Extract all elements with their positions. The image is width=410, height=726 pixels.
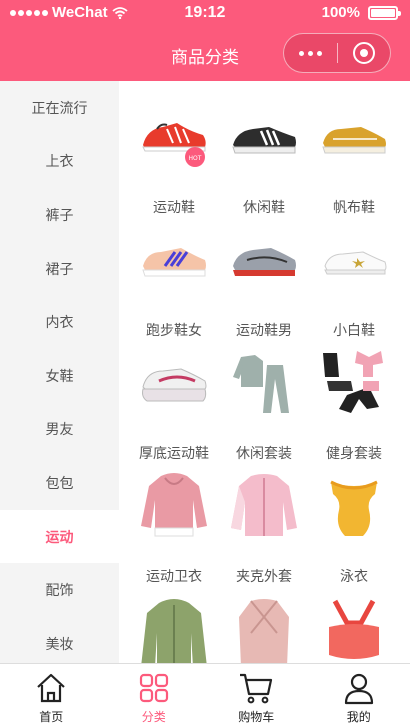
red-sneaker-icon: HOT (142, 123, 206, 167)
product-item[interactable] (129, 593, 219, 663)
pink-wrap-top-icon (239, 599, 289, 663)
product-label: 休闲鞋 (243, 200, 285, 216)
hot-badge: HOT (189, 155, 202, 162)
tab-home-label: 首页 (39, 710, 64, 724)
pink-jacket-icon (231, 474, 297, 536)
product-image (137, 347, 211, 421)
fitness-set-icon (323, 351, 383, 413)
product-image (317, 101, 391, 175)
product-image (317, 224, 391, 298)
chunky-sneaker-icon (142, 368, 207, 402)
white-shoe-icon (324, 251, 387, 275)
sidebar-item[interactable]: 裙子 (0, 242, 119, 296)
sidebar-item[interactable]: 上衣 (0, 135, 119, 189)
tab-home[interactable]: 首页 (0, 664, 103, 726)
battery-area: 100% (321, 4, 401, 21)
product-item[interactable]: HOT 运动鞋 (129, 101, 219, 224)
sidebar-item[interactable]: 配饰 (0, 563, 119, 617)
product-image (227, 101, 301, 175)
tab-bar: 首页 分类 购物车 我的 (0, 663, 410, 726)
pink-hoodie-icon (141, 473, 207, 537)
product-item[interactable]: 休闲套装 (219, 347, 309, 470)
sidebar-item[interactable]: 女鞋 (0, 349, 119, 403)
product-label: 休闲套装 (236, 446, 292, 462)
product-item[interactable]: 夹克外套 (219, 470, 309, 593)
peach-runner-icon (142, 248, 206, 277)
product-item[interactable]: 小白鞋 (309, 224, 399, 347)
grey-tracksuit-icon (233, 355, 289, 413)
grey-red-runner-icon (233, 248, 296, 276)
product-image: HOT (137, 101, 211, 175)
product-item[interactable]: 跑步鞋女 (129, 224, 219, 347)
product-area: HOT 运动鞋 休闲鞋 帆布鞋跑步鞋女 运动鞋男 小白鞋厚底运动鞋 休闲套装 健身套装运动卫衣… (119, 81, 410, 663)
product-label: 帆布鞋 (333, 200, 375, 216)
product-item[interactable]: 运动卫衣 (129, 470, 219, 593)
cart-icon (240, 673, 273, 704)
product-item[interactable]: 厚底运动鞋 (129, 347, 219, 470)
product-label: 健身套装 (326, 446, 382, 462)
product-item[interactable]: 泳衣 (309, 470, 399, 593)
product-label: 跑步鞋女 (146, 323, 202, 339)
product-image (317, 347, 391, 421)
more-dots-icon[interactable] (284, 50, 337, 56)
product-label: 小白鞋 (333, 323, 375, 339)
product-image (137, 470, 211, 544)
product-image (227, 593, 301, 663)
yellow-swimsuit-icon (330, 480, 378, 536)
product-item[interactable]: 休闲鞋 (219, 101, 309, 224)
product-image (137, 224, 211, 298)
product-label: 运动鞋 (153, 200, 195, 216)
product-item[interactable]: 帆布鞋 (309, 101, 399, 224)
tab-category-label: 分类 (141, 710, 166, 724)
tab-cart[interactable]: 购物车 (205, 664, 308, 726)
product-item[interactable]: 健身套装 (309, 347, 399, 470)
top-bar: WeChat 19:12 100% 商品分类 (0, 0, 410, 81)
product-label: 运动卫衣 (146, 569, 202, 585)
battery-percent: 100% (321, 4, 360, 21)
product-image (317, 593, 391, 663)
sidebar-item[interactable]: 运动 (0, 509, 119, 564)
product-image (227, 224, 301, 298)
product-label: 夹克外套 (236, 569, 292, 585)
product-label: 泳衣 (340, 569, 368, 585)
sidebar-item[interactable]: 美妆 (0, 617, 119, 663)
product-image (227, 470, 301, 544)
sidebar-item[interactable]: 包包 (0, 456, 119, 510)
black-sneaker-icon (232, 127, 296, 154)
product-label: 厚底运动鞋 (139, 446, 209, 462)
green-jacket-icon (141, 599, 207, 663)
tab-profile[interactable]: 我的 (308, 664, 410, 726)
product-image (227, 347, 301, 421)
status-bar: WeChat 19:12 100% (0, 0, 410, 26)
home-icon (37, 673, 65, 703)
sidebar-item[interactable]: 正在流行 (0, 81, 119, 135)
product-image (317, 470, 391, 544)
mini-program-capsule (283, 33, 391, 73)
battery-icon (368, 5, 401, 20)
tab-cart-label: 购物车 (238, 710, 275, 724)
user-icon (344, 673, 373, 705)
sidebar-item[interactable]: 裤子 (0, 188, 119, 242)
sidebar-item[interactable]: 内衣 (0, 295, 119, 349)
product-grid: HOT 运动鞋 休闲鞋 帆布鞋跑步鞋女 运动鞋男 小白鞋厚底运动鞋 休闲套装 健身套装运动卫衣… (129, 101, 399, 663)
tab-profile-label: 我的 (346, 710, 371, 724)
product-item[interactable]: 运动鞋男 (219, 224, 309, 347)
category-icon (139, 673, 168, 703)
product-item[interactable] (309, 593, 399, 663)
close-target-icon[interactable] (337, 42, 390, 64)
product-item[interactable] (219, 593, 309, 663)
category-sidebar: 正在流行 上衣 裤子 裙子 内衣 女鞋 男友 包包 运动 配饰 美妆 (0, 81, 119, 663)
tab-category[interactable]: 分类 (103, 664, 206, 726)
yellow-canvas-shoe-icon (322, 127, 386, 154)
sidebar-item[interactable]: 男友 (0, 403, 119, 457)
product-label: 运动鞋男 (236, 323, 292, 339)
product-image (137, 593, 211, 663)
coral-sports-bra-icon (329, 599, 379, 659)
